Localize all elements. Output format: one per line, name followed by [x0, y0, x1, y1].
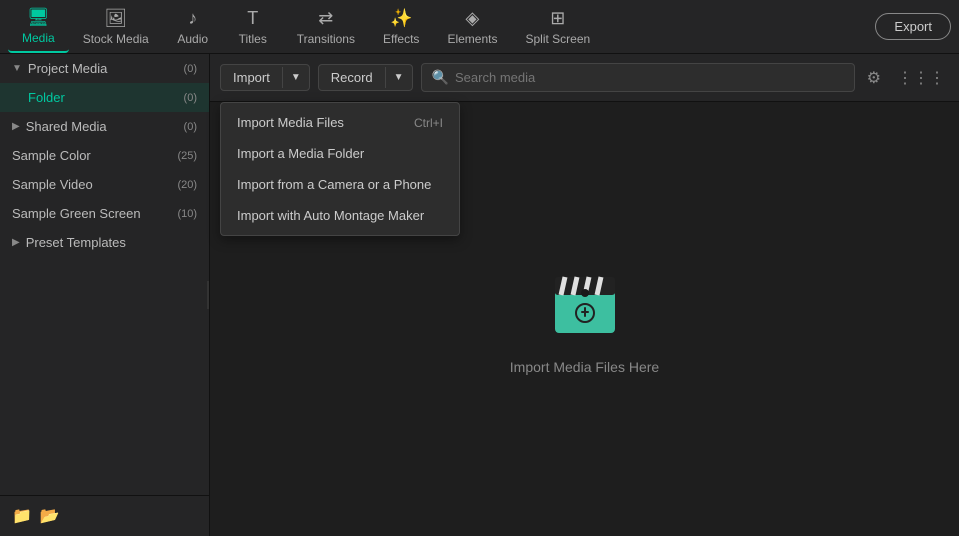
sidebar-count-shared-media: (0)	[184, 121, 197, 133]
sidebar-label-shared-media: Shared Media	[26, 119, 107, 134]
dropdown-label-import-camera: Import from a Camera or a Phone	[237, 177, 431, 192]
sidebar-item-shared-media[interactable]: ▶ Shared Media (0)	[0, 112, 209, 141]
nav-label-elements: Elements	[447, 32, 497, 46]
sidebar-label-sample-color: Sample Color	[12, 148, 91, 163]
record-button[interactable]: Record	[319, 65, 385, 90]
nav-label-media: Media	[22, 31, 55, 45]
sidebar-count-sample-color: (25)	[177, 150, 197, 162]
dropdown-item-import-files[interactable]: Import Media Files Ctrl+I	[221, 107, 459, 138]
nav-label-stock-media: Stock Media	[83, 32, 149, 46]
import-button[interactable]: Import	[221, 65, 282, 90]
sidebar-footer: 📁 📂	[0, 495, 209, 536]
import-hint-text: Import Media Files Here	[510, 359, 659, 375]
nav-label-transitions: Transitions	[297, 32, 355, 46]
record-dropdown-arrow[interactable]: ▼	[385, 67, 412, 88]
nav-label-titles: Titles	[239, 32, 267, 46]
transitions-icon: ⇄	[318, 8, 333, 29]
stock-media-icon: 🖼	[104, 8, 127, 29]
chevron-down-icon: ▼	[12, 63, 22, 74]
sidebar-label-sample-video: Sample Video	[12, 177, 93, 192]
dropdown-item-import-montage[interactable]: Import with Auto Montage Maker	[221, 200, 459, 231]
nav-item-elements[interactable]: ◈ Elements	[433, 2, 511, 52]
sidebar-item-sample-color[interactable]: Sample Color (25)	[0, 141, 209, 170]
nav-label-effects: Effects	[383, 32, 419, 46]
chevron-right-icon-2: ▶	[12, 237, 20, 248]
main-area: ▼ Project Media (0) Folder (0) ▶ Shared …	[0, 54, 959, 536]
search-icon: 🔍	[432, 69, 449, 86]
new-folder-button[interactable]: 📁	[12, 506, 32, 526]
grid-view-button[interactable]: ⋮⋮⋮	[893, 64, 949, 92]
audio-icon: ♪	[188, 8, 197, 29]
nav-label-split-screen: Split Screen	[525, 32, 590, 46]
media-icon: 🖥	[27, 7, 50, 28]
nav-item-titles[interactable]: T Titles	[223, 2, 283, 52]
sidebar-count-project-media: (0)	[184, 63, 197, 75]
nav-item-effects[interactable]: ✨ Effects	[369, 2, 433, 52]
sidebar-count-sample-video: (20)	[177, 179, 197, 191]
sidebar-label-folder: Folder	[28, 90, 65, 105]
dropdown-label-import-folder: Import a Media Folder	[237, 146, 364, 161]
sidebar-item-folder[interactable]: Folder (0)	[0, 83, 209, 112]
import-dropdown-arrow[interactable]: ▼	[282, 67, 309, 88]
sidebar-count-sample-green-screen: (10)	[177, 208, 197, 220]
top-nav: 🖥 Media 🖼 Stock Media ♪ Audio T Titles ⇄…	[0, 0, 959, 54]
clapperboard-icon	[545, 263, 625, 343]
titles-icon: T	[247, 8, 258, 29]
content-area: Import ▼ Record ▼ 🔍 ⚙ ⋮⋮⋮ Import Media F…	[210, 54, 959, 536]
import-button-group: Import ▼	[220, 64, 310, 91]
dropdown-label-import-files: Import Media Files	[237, 115, 344, 130]
import-folder-button[interactable]: 📂	[40, 506, 60, 526]
dropdown-shortcut-import-files: Ctrl+I	[414, 116, 443, 130]
sidebar: ▼ Project Media (0) Folder (0) ▶ Shared …	[0, 54, 210, 536]
import-dropdown-menu: Import Media Files Ctrl+I Import a Media…	[220, 102, 460, 236]
nav-item-transitions[interactable]: ⇄ Transitions	[283, 2, 369, 52]
chevron-right-icon: ▶	[12, 121, 20, 132]
nav-item-audio[interactable]: ♪ Audio	[163, 2, 223, 52]
sidebar-item-sample-green-screen[interactable]: Sample Green Screen (10)	[0, 199, 209, 228]
search-box: 🔍	[421, 63, 855, 92]
split-screen-icon: ⊞	[550, 8, 565, 29]
elements-icon: ◈	[466, 8, 480, 29]
search-input[interactable]	[455, 70, 844, 85]
nav-item-media[interactable]: 🖥 Media	[8, 1, 69, 53]
nav-item-stock-media[interactable]: 🖼 Stock Media	[69, 2, 163, 52]
nav-label-audio: Audio	[177, 32, 208, 46]
sidebar-item-project-media[interactable]: ▼ Project Media (0)	[0, 54, 209, 83]
sidebar-label-project-media: Project Media	[28, 61, 107, 76]
dropdown-label-import-montage: Import with Auto Montage Maker	[237, 208, 424, 223]
sidebar-item-sample-video[interactable]: Sample Video (20)	[0, 170, 209, 199]
filter-button[interactable]: ⚙	[863, 64, 885, 92]
record-button-group: Record ▼	[318, 64, 413, 91]
toolbar: Import ▼ Record ▼ 🔍 ⚙ ⋮⋮⋮	[210, 54, 959, 102]
nav-item-split-screen[interactable]: ⊞ Split Screen	[511, 2, 604, 52]
dropdown-item-import-camera[interactable]: Import from a Camera or a Phone	[221, 169, 459, 200]
sidebar-label-preset-templates: Preset Templates	[26, 235, 126, 250]
sidebar-label-sample-green-screen: Sample Green Screen	[12, 206, 141, 221]
sidebar-item-preset-templates[interactable]: ▶ Preset Templates	[0, 228, 209, 257]
export-button[interactable]: Export	[875, 13, 951, 40]
dropdown-item-import-folder[interactable]: Import a Media Folder	[221, 138, 459, 169]
effects-icon: ✨	[390, 8, 412, 29]
sidebar-count-folder: (0)	[184, 92, 197, 104]
